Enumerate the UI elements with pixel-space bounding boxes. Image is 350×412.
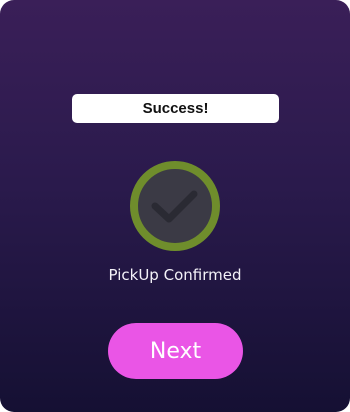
check-circle-icon (128, 159, 222, 253)
confirmation-card: Success! PickUp Confirmed Next (0, 0, 350, 412)
next-button-label: Next (149, 338, 202, 364)
next-button[interactable]: Next (108, 323, 243, 379)
success-title: Success! (142, 100, 209, 117)
success-banner: Success! (72, 94, 279, 123)
pickup-status-text: PickUp Confirmed (108, 266, 242, 284)
